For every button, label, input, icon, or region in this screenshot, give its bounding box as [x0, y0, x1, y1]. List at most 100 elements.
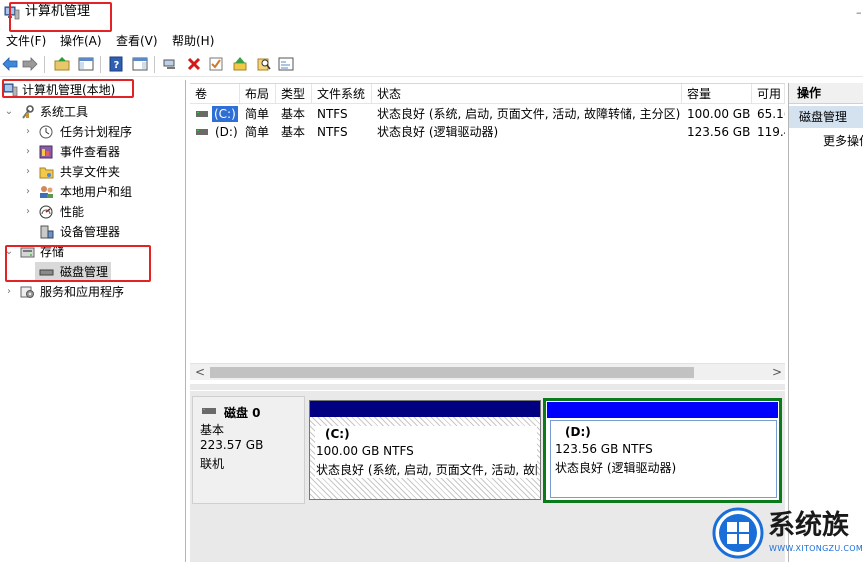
col-capacity-header[interactable]: 容量 — [682, 84, 752, 104]
up-arrow-icon[interactable] — [232, 56, 248, 72]
connect-icon[interactable] — [162, 56, 178, 72]
tree-item-task-scheduler[interactable]: › 任务计划程序 — [0, 122, 186, 142]
actions-context-header[interactable]: 磁盘管理 — [789, 106, 863, 128]
col-type-header[interactable]: 类型 — [276, 84, 312, 104]
performance-icon — [39, 205, 53, 219]
services-icon — [20, 286, 34, 298]
disk-info-panel[interactable]: 磁盘 0 基本 223.57 GB 联机 — [192, 396, 305, 504]
disk-size: 223.57 GB — [200, 438, 264, 452]
tree-item-shared-folders[interactable]: › 共享文件夹 — [0, 162, 186, 182]
chevron-right-icon[interactable]: › — [22, 182, 34, 202]
col-volume-header[interactable]: 卷 — [190, 84, 240, 104]
capacity-cell: 100.00 GB — [687, 107, 751, 121]
menu-action[interactable]: 操作(A) — [60, 33, 102, 49]
menu-bar: 文件(F) 操作(A) 查看(V) 帮助(H) — [0, 30, 863, 52]
status-cell: 状态良好 (逻辑驱动器) — [377, 125, 499, 139]
tree-item-device-manager[interactable]: 设备管理器 — [0, 222, 186, 242]
search-icon[interactable] — [256, 56, 272, 72]
chevron-right-icon[interactable]: › — [3, 282, 15, 302]
partition-status: 状态良好 (系统, 启动, 页面文件, 活动, 故障 — [316, 463, 537, 477]
partition-label: (C:) — [325, 427, 350, 441]
fs-cell: NTFS — [317, 107, 348, 121]
disk-state: 联机 — [200, 457, 225, 471]
partition-size: 100.00 GB NTFS — [316, 444, 414, 458]
users-icon — [40, 186, 53, 198]
capacity-cell: 123.56 GB — [687, 125, 751, 139]
type-cell: 基本 — [281, 107, 306, 121]
col-filesystem-header[interactable]: 文件系统 — [312, 84, 372, 104]
event-viewer-icon — [39, 145, 53, 159]
disk-icon — [202, 408, 216, 414]
show-hide-tree-icon[interactable] — [78, 56, 94, 72]
tree-label: 设备管理器 — [60, 225, 121, 239]
help-icon[interactable]: ? — [108, 56, 124, 72]
check-icon[interactable] — [208, 56, 224, 72]
chevron-right-icon[interactable]: › — [22, 162, 34, 182]
table-row[interactable]: (D:) 简单 基本 NTFS 状态良好 (逻辑驱动器) 123.56 GB 1… — [190, 123, 785, 141]
watermark: 系统族 WWW.XITONGZU.COM — [712, 507, 863, 562]
col-status-header[interactable]: 状态 — [372, 84, 682, 104]
navigation-tree: 计算机管理(本地) ⌄ 系统工具 › 任务计划程序 › 事件查看器 › 共享文件… — [0, 80, 186, 562]
free-cell: 119.4 — [757, 125, 785, 139]
chevron-down-icon[interactable]: ⌄ — [3, 102, 15, 122]
scrollbar-thumb[interactable] — [210, 367, 694, 378]
tree-label: 共享文件夹 — [60, 165, 121, 179]
col-free-header[interactable]: 可用 — [752, 84, 785, 104]
partition-size: 123.56 GB NTFS — [555, 442, 653, 456]
fs-cell: NTFS — [317, 125, 348, 139]
volume-list: 卷 布局 类型 文件系统 状态 容量 可用 (C:) 简单 基本 NTFS 状态… — [190, 83, 785, 383]
tree-item-services[interactable]: › 服务和应用程序 — [0, 282, 186, 302]
toolbar: ? — [0, 52, 863, 77]
clock-icon — [39, 125, 53, 139]
up-folder-icon[interactable] — [54, 56, 70, 72]
menu-view[interactable]: 查看(V) — [116, 33, 158, 49]
device-manager-icon — [40, 225, 54, 239]
partition-c[interactable]: (C:) 100.00 GB NTFS 状态良好 (系统, 启动, 页面文件, … — [309, 400, 541, 500]
primary-partition-bar — [310, 401, 540, 417]
tree-label: 性能 — [60, 205, 85, 219]
layout-cell: 简单 — [245, 107, 270, 121]
tree-label: 系统工具 — [40, 105, 89, 119]
tree-item-system-tools[interactable]: ⌄ 系统工具 — [0, 102, 186, 122]
partition-d-label-box: (D:) 123.56 GB NTFS 状态良好 (逻辑驱动器) — [550, 420, 777, 498]
volume-icon — [196, 129, 208, 135]
forward-arrow-icon[interactable] — [22, 56, 38, 72]
layout-cell: 简单 — [245, 125, 270, 139]
type-cell: 基本 — [281, 125, 306, 139]
scroll-left-button[interactable]: < — [195, 364, 205, 380]
partition-d[interactable]: (D:) 123.56 GB NTFS 状态良好 (逻辑驱动器) — [543, 398, 782, 503]
tree-item-local-users[interactable]: › 本地用户和组 — [0, 182, 186, 202]
tree-label: 事件查看器 — [60, 145, 121, 159]
partition-status: 状态良好 (逻辑驱动器) — [555, 461, 677, 475]
title-bar: 计算机管理 – — [0, 0, 863, 28]
action-pane-icon[interactable] — [132, 56, 148, 72]
tree-item-event-viewer[interactable]: › 事件查看器 — [0, 142, 186, 162]
tree-item-performance[interactable]: › 性能 — [0, 202, 186, 222]
actions-pane: 操作 磁盘管理 更多操作 — [788, 83, 863, 562]
chevron-right-icon[interactable]: › — [22, 202, 34, 222]
volume-name: (D:) — [215, 125, 238, 139]
tree-label: 服务和应用程序 — [40, 285, 125, 299]
windows-logo-icon — [712, 507, 764, 559]
more-actions-link[interactable]: 更多操作 — [823, 132, 863, 149]
col-layout-header[interactable]: 布局 — [240, 84, 276, 104]
pane-splitter[interactable] — [190, 384, 785, 390]
back-arrow-icon[interactable] — [2, 56, 18, 72]
scroll-right-button[interactable]: > — [772, 364, 782, 380]
chevron-right-icon[interactable]: › — [22, 142, 34, 162]
shared-folder-icon — [39, 167, 54, 179]
menu-help[interactable]: 帮助(H) — [172, 33, 214, 49]
watermark-brand: 系统族 — [768, 510, 849, 541]
table-row[interactable]: (C:) 简单 基本 NTFS 状态良好 (系统, 启动, 页面文件, 活动, … — [190, 105, 785, 123]
root-highlight-box — [2, 79, 134, 98]
minimize-button[interactable]: – — [856, 6, 862, 19]
properties-icon[interactable] — [278, 56, 294, 72]
partition-label: (D:) — [565, 425, 591, 439]
menu-file[interactable]: 文件(F) — [6, 33, 46, 49]
volume-icon — [196, 111, 208, 117]
delete-icon[interactable] — [186, 56, 202, 72]
chevron-right-icon[interactable]: › — [22, 122, 34, 142]
horizontal-scrollbar[interactable]: < > — [190, 363, 785, 380]
disk-name: 磁盘 0 — [224, 406, 261, 420]
tree-label: 任务计划程序 — [60, 125, 133, 139]
